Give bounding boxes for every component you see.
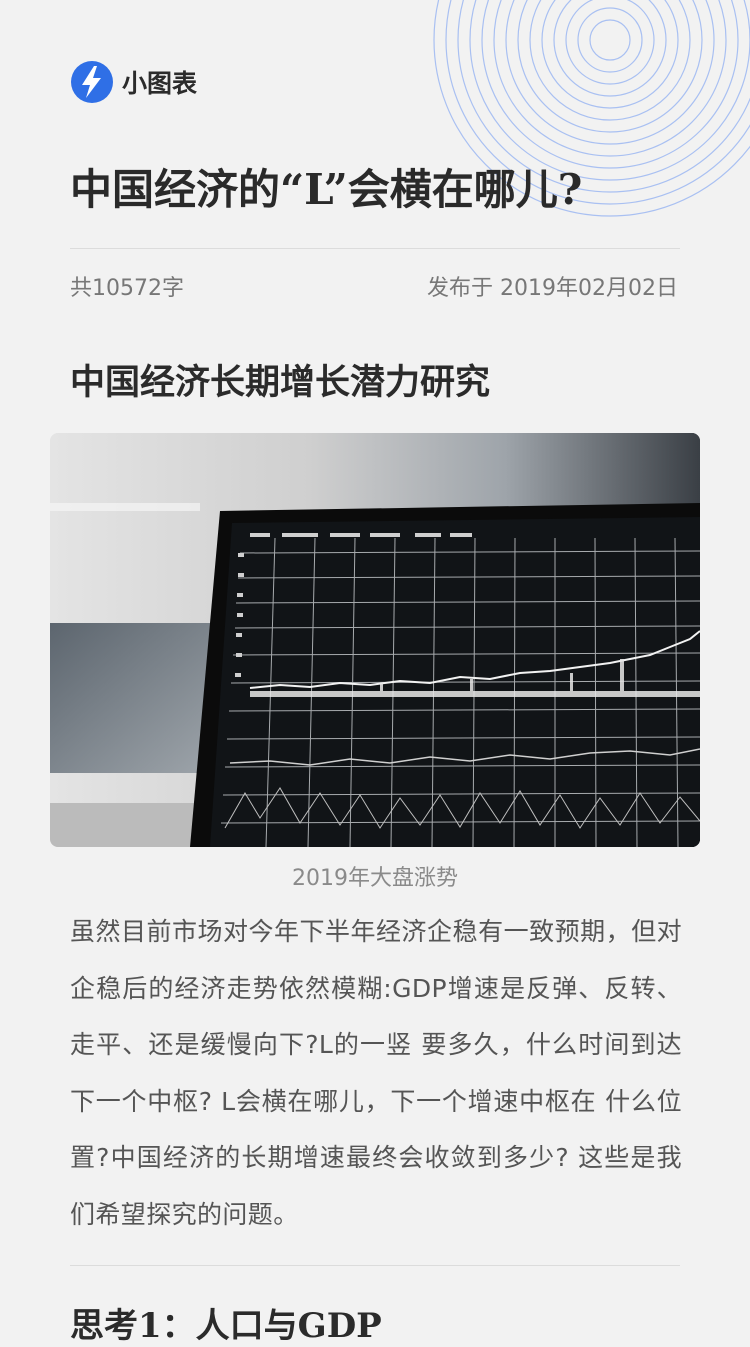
lightning-bolt-icon	[71, 61, 113, 103]
publish-date: 发布于 2019年02月02日	[427, 276, 678, 301]
divider	[70, 248, 680, 249]
image-caption: 2019年大盘涨势	[292, 866, 458, 891]
brand-name: 小图表	[122, 69, 198, 98]
article-title: 中国经济的“L”会横在哪儿?	[70, 165, 583, 214]
article-subtitle: 中国经济长期增长潜力研究	[70, 362, 491, 403]
article-paragraph: 虽然目前市场对今年下半年经济企稳有一致预期，但对企稳后的经济走势依然模糊:GDP…	[70, 917, 682, 1229]
word-count: 共10572字	[70, 276, 184, 301]
brand-logo[interactable]: 小图表	[70, 60, 197, 104]
divider	[70, 1265, 680, 1266]
section-heading: 思考1：人口与GDP	[70, 1306, 382, 1346]
hero-image	[50, 433, 700, 847]
